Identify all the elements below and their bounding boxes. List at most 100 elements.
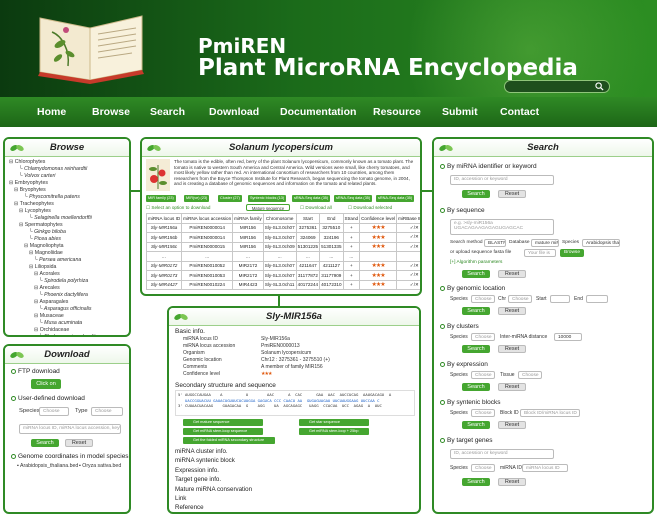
tree-node[interactable]: ⊟ Arecales [9,285,98,292]
nav-documentation[interactable]: Documentation [280,106,356,118]
species-select[interactable]: Arabidopsis thaliana [582,239,620,247]
table-cell[interactable]: Sly-MIR156a [145,222,183,233]
nav-resource[interactable]: Resource [373,106,421,118]
tab-srna-1[interactable]: sRNA-Seq data (35) [292,195,331,202]
chr-select[interactable]: Choose [508,295,532,303]
expression-species-select[interactable]: Choose [471,371,495,379]
target-species-select[interactable]: Choose [471,464,495,472]
table-cell[interactable]: Sly-MIR156c [145,241,183,252]
search-location-button[interactable]: Search [462,307,490,315]
download-selected-link[interactable]: ☐ Download selected [348,205,392,211]
inter-distance-select[interactable]: 10000 [554,333,582,341]
get-mature-button[interactable]: Get mature sequence [183,419,263,426]
tree-node[interactable]: └ Phoenix dactylifera [9,292,98,299]
tree-node[interactable]: └ Spirodela polyrhiza [9,278,98,285]
search-syntenic-button[interactable]: Search [462,421,490,429]
tab-srna-2[interactable]: sRNA-Seq data (35) [334,195,373,202]
download-all-link[interactable]: ☐ Download all [300,205,332,211]
tab-cluster[interactable]: Cluster (27) [218,195,242,202]
type-select[interactable]: Choose [91,407,123,416]
tree-node[interactable]: ⊟ Orchidaceae [9,327,98,334]
mirna-id-input[interactable]: miRNA locus ID [522,464,568,472]
mature-sequence-select[interactable]: Mature sequence [246,204,290,211]
table-cell[interactable]: Sly-MIR0173 [145,270,183,281]
tree-node[interactable]: └ Asparagus officinalis [9,306,98,313]
tree-node[interactable]: └ Phalaenopsis aphrodite [9,334,98,335]
tree-node[interactable]: ⊟ Chlorophytes [9,159,98,166]
info-section-link[interactable]: Mature miRNA conservation [175,486,252,493]
file-link-arabidopsis[interactable]: ▪ Arabidopsis_thaliana.bed [17,463,78,469]
location-species-select[interactable]: Choose [471,295,495,303]
tree-node[interactable]: ⊟ Magnoliidae [9,250,98,257]
table-cell[interactable]: ... [145,251,183,262]
syntenic-species-select[interactable]: Choose [471,409,495,417]
tree-node[interactable]: ⊟ Musaceae [9,313,98,320]
search-seq-button[interactable]: Search [462,270,490,278]
file-name[interactable]: Oryza sativa.bed [82,463,121,469]
tree-node[interactable]: ⊟ Magnoliophyta [9,243,98,250]
tree-node[interactable]: └ Musa acuminata [9,320,98,327]
search-icon[interactable] [595,82,604,91]
start-input[interactable] [550,295,570,303]
tree-node[interactable]: └ Selaginella moellendorffii [9,215,98,222]
tree-node[interactable]: └ Volvox carteri [9,173,98,180]
search-method-select[interactable]: BLASTN [484,239,506,247]
info-section-link[interactable]: Expression info. [175,467,219,474]
tree-node[interactable]: ⊟ Acorales [9,271,98,278]
tree-node[interactable]: └ Persea americana [9,257,98,264]
ftp-click-button[interactable]: Click on [31,379,61,389]
tab-mir-ve[interactable]: MIR(ve) (23) [184,195,210,202]
database-select[interactable]: mature miRNA [531,239,559,247]
tree-node[interactable]: ⊟ Embryophytes [9,180,98,187]
reset-id-button[interactable]: Reset [498,190,526,198]
tree-node[interactable]: └ Chlamydomonas reinhardtii [9,166,98,173]
download-all-text[interactable]: Download all [305,205,331,210]
get-star-button[interactable]: Get star sequence [299,419,369,426]
tree-node[interactable]: ⊟ Tracheophytes [9,201,98,208]
species-select[interactable]: Choose [39,407,69,416]
info-section-link[interactable]: Reference [175,504,204,511]
nav-submit[interactable]: Submit [442,106,478,118]
file-link-oryza[interactable]: ▪ Oryza sativa.bed [79,463,121,469]
get-folded-structure-button[interactable]: Get the folded miRNA secondary structure [183,437,275,444]
reset-cluster-button[interactable]: Reset [498,345,526,353]
table-cell[interactable]: Sly-MIR0172 [145,260,183,271]
get-stemloop-button[interactable]: Get miRNA stem-loop sequence [183,428,263,435]
tree-node[interactable]: └ Picea abies [9,236,98,243]
info-section-link[interactable]: miRNA cluster info. [175,448,228,455]
search-cluster-button[interactable]: Search [462,345,490,353]
download-reset-button[interactable]: Reset [65,439,93,447]
tissue-select[interactable]: Choose [518,371,542,379]
download-selected-text[interactable]: Download selected [353,205,392,210]
sequence-textarea[interactable]: e.g. >sly-miR156a UGACAGAAGAGAGUGAGCAC [450,219,554,235]
tree-node[interactable]: ⊟ Bryophytes [9,187,98,194]
get-stemloop-25bp-button[interactable]: Get miRNA stem-loop + 25bp [299,428,369,435]
browse-file-button[interactable]: Browse [560,249,584,257]
nav-browse[interactable]: Browse [92,106,130,118]
reset-seq-button[interactable]: Reset [498,270,526,278]
tree-node[interactable]: ⊟ Asparagales [9,299,98,306]
end-input[interactable] [586,295,608,303]
download-search-button[interactable]: Search [31,439,59,447]
search-target-button[interactable]: Search [462,478,490,486]
nav-home[interactable]: Home [37,106,66,118]
download-keyword-input[interactable]: miRNA locus ID, miRNA locus accession, k… [19,424,121,434]
nav-search[interactable]: Search [150,106,185,118]
reset-target-button[interactable]: Reset [498,478,526,486]
search-id-input[interactable]: ID, accession or keyword [450,175,554,185]
tree-node[interactable]: ⊟ Spermatophytes [9,222,98,229]
tree-node[interactable]: ⊟ Lycophytes [9,208,98,215]
file-input[interactable]: Your file is [524,249,556,257]
nav-contact[interactable]: Contact [500,106,539,118]
algorithm-params-toggle[interactable]: [+] Algorithm parameters [450,260,502,265]
info-section-link[interactable]: Link [175,495,186,502]
table-cell[interactable]: Sly-MIR156b [145,232,183,243]
reset-syntenic-button[interactable]: Reset [498,421,526,429]
tab-srna-3[interactable]: sRNA-Seq data (35) [376,195,415,202]
target-keyword-input[interactable]: ID, accession or keyword [450,449,554,459]
tree-node[interactable]: └ Ginkgo biloba [9,229,98,236]
block-id-input[interactable]: Block ID/miRNA locus ID [520,409,580,417]
reset-location-button[interactable]: Reset [498,307,526,315]
reset-expression-button[interactable]: Reset [498,383,526,391]
info-section-link[interactable]: miRNA syntenic block [175,457,235,464]
